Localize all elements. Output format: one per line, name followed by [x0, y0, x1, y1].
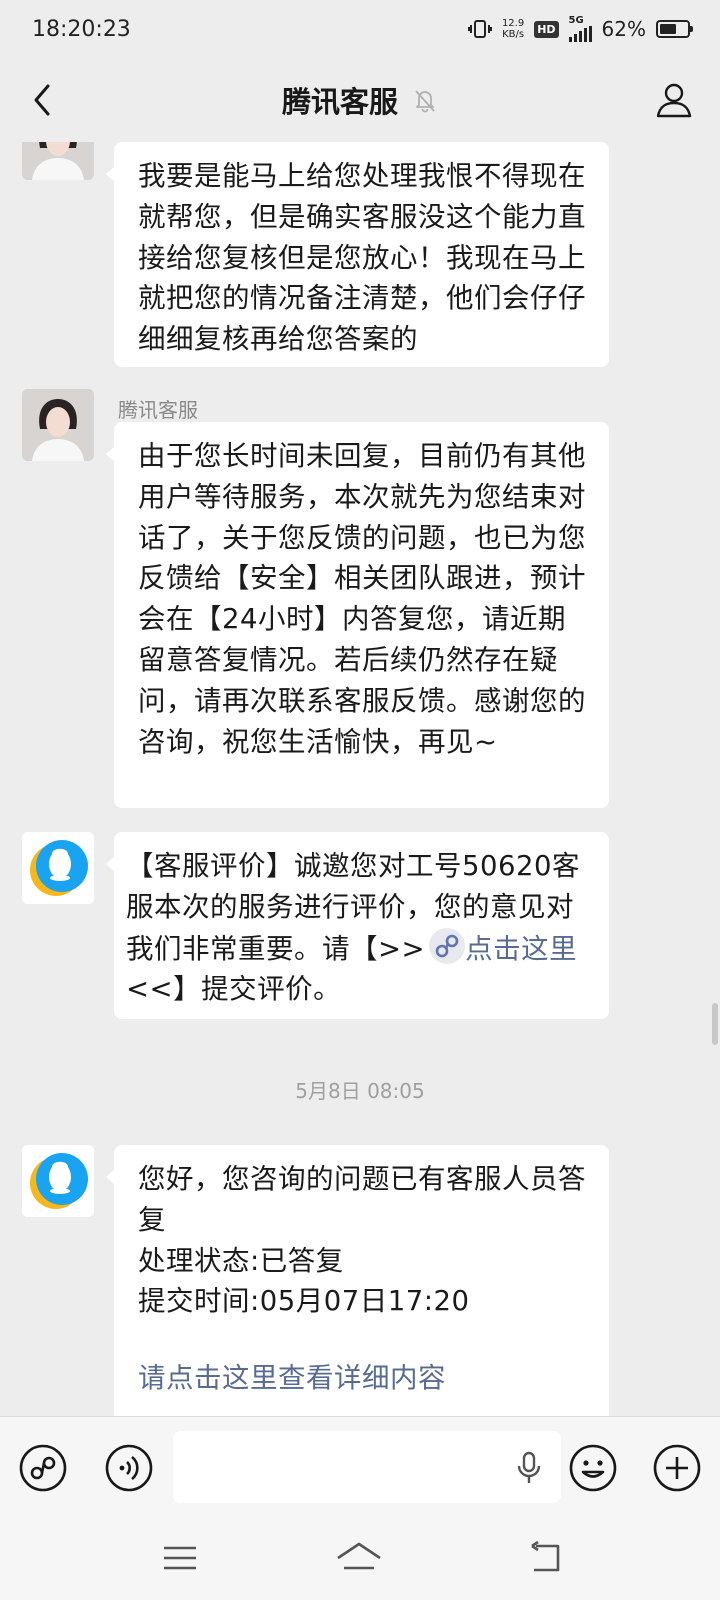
- message-line: 处理状态:已答复: [138, 1244, 344, 1277]
- message-bubble[interactable]: 由于您长时间未回复，目前仍有其他用户等待服务，本次就先为您结束对话了，关于您反馈…: [106, 422, 609, 808]
- qq-service-avatar[interactable]: [22, 1145, 94, 1217]
- bell-off-icon: [415, 90, 435, 113]
- message-line: 提交时间:05月07日17:20: [138, 1285, 470, 1318]
- mini-program-link-icon[interactable]: [429, 927, 466, 964]
- message-bubble[interactable]: 我要是能马上给您处理我恨不得现在就帮您，但是确实客服没这个能力直接给您复核但是您…: [106, 142, 609, 367]
- battery-percent: 62%: [601, 17, 646, 41]
- microphone-icon[interactable]: [514, 1451, 544, 1485]
- agent-photo-icon: [22, 389, 94, 461]
- home-icon[interactable]: [334, 1540, 384, 1576]
- message-input[interactable]: [173, 1431, 561, 1503]
- vibrate-icon: [467, 20, 492, 38]
- navigation-bar: [0, 1518, 720, 1600]
- voice-icon[interactable]: [104, 1443, 154, 1493]
- sender-name: 腾讯客服: [118, 398, 198, 422]
- qq-service-logo-icon: [22, 832, 94, 904]
- message-text: <<】提交评价。: [126, 973, 342, 1006]
- agent-avatar[interactable]: [22, 389, 94, 461]
- page-title: 腾讯客服: [281, 85, 398, 119]
- message-text: 我要是能马上给您处理我恨不得现在就帮您，但是确实客服没这个能力直接给您复核但是您…: [138, 160, 586, 356]
- back-nav-icon[interactable]: [526, 1540, 566, 1576]
- battery-fill: [660, 24, 677, 34]
- input-bar: [0, 1416, 720, 1518]
- hd-badge: HD: [534, 20, 559, 38]
- signal-indicator: 5G: [568, 16, 592, 42]
- qq-service-logo-icon: [22, 1145, 94, 1217]
- timestamp: 5月8日 08:05: [295, 1079, 425, 1103]
- net-speed: 12.9 KB/s: [501, 18, 525, 40]
- scrollbar-thumb[interactable]: [712, 1003, 718, 1045]
- agent-avatar[interactable]: [22, 142, 94, 180]
- status-time: 18:20:23: [32, 16, 131, 42]
- chat-area[interactable]: 我要是能马上给您处理我恨不得现在就帮您，但是确实客服没这个能力直接给您复核但是您…: [0, 142, 720, 1416]
- message-line: 您好，您咨询的问题已有客服人员答复: [138, 1163, 586, 1236]
- detail-link[interactable]: 请点击这里查看详细内容: [138, 1358, 587, 1399]
- back-button[interactable]: [24, 80, 64, 120]
- profile-button[interactable]: [652, 78, 696, 122]
- qq-service-avatar[interactable]: [22, 832, 94, 904]
- menu-icon[interactable]: [160, 1540, 200, 1576]
- message-text: 由于您长时间未回复，目前仍有其他用户等待服务，本次就先为您结束对话了，关于您反馈…: [138, 440, 586, 758]
- plus-icon[interactable]: [652, 1443, 702, 1493]
- title-bar: 腾讯客服: [0, 58, 720, 142]
- status-bar: 18:20:23 12.9 KB/s HD 5G 62%: [0, 0, 720, 58]
- emoji-icon[interactable]: [568, 1443, 618, 1493]
- mini-program-icon[interactable]: [18, 1443, 68, 1493]
- signal-icon: [568, 26, 592, 42]
- agent-photo-icon: [22, 142, 94, 180]
- message-bubble[interactable]: 您好，您咨询的问题已有客服人员答复 处理状态:已答复 提交时间:05月07日17…: [106, 1145, 609, 1416]
- battery-icon: [656, 20, 693, 38]
- message-bubble[interactable]: 【客服评价】诚邀您对工号50620客服本次的服务进行评价，您的意见对我们非常重要…: [106, 832, 609, 1019]
- evaluate-link[interactable]: 点击这里: [465, 933, 577, 965]
- status-icons: 12.9 KB/s HD 5G 62%: [467, 16, 693, 42]
